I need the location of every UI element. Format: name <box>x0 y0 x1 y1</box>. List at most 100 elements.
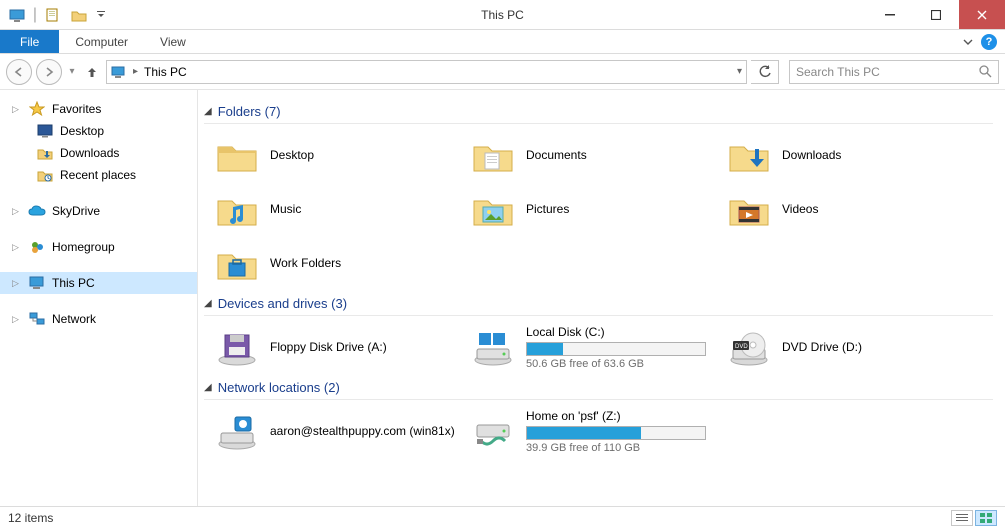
chevron-right-icon: ▷ <box>12 242 22 253</box>
nav-label: Homegroup <box>52 240 115 254</box>
folder-music[interactable]: Music <box>214 184 462 234</box>
network-remoteapp[interactable]: aaron@stealthpuppy.com (win81x) <box>214 406 462 456</box>
address-root-chevron-icon[interactable]: ▸ <box>133 66 138 77</box>
window-buttons <box>867 0 1005 29</box>
close-button[interactable] <box>959 0 1005 29</box>
section-title: Folders (7) <box>218 104 281 119</box>
nav-skydrive[interactable]: ▷ SkyDrive <box>0 200 197 222</box>
content-pane: ◢ Folders (7) Desktop Documents Download… <box>198 90 1005 506</box>
cloud-icon <box>28 203 46 219</box>
maximize-button[interactable] <box>913 0 959 29</box>
folder-downloads[interactable]: Downloads <box>726 130 974 180</box>
section-header-folders[interactable]: ◢ Folders (7) <box>204 100 993 124</box>
breadcrumb[interactable]: This PC <box>144 65 187 79</box>
section-header-network[interactable]: ◢ Network locations (2) <box>204 376 993 400</box>
tile-label: Floppy Disk Drive (A:) <box>270 340 387 354</box>
nav-item-recent[interactable]: Recent places <box>0 164 197 186</box>
nav-thispc[interactable]: ▷ This PC <box>0 272 197 294</box>
tile-label: aaron@stealthpuppy.com (win81x) <box>270 424 455 438</box>
status-text: 12 items <box>8 511 53 525</box>
drive-floppy[interactable]: Floppy Disk Drive (A:) <box>214 322 462 372</box>
tile-label: Work Folders <box>270 256 341 270</box>
capacity-meter <box>526 426 706 440</box>
collapse-icon: ◢ <box>204 298 212 309</box>
address-pc-icon <box>111 65 127 79</box>
folder-desktop[interactable]: Desktop <box>214 130 462 180</box>
folder-icon <box>214 186 260 232</box>
navbar: ▾ ▸ This PC ▾ Search This PC <box>0 54 1005 90</box>
tile-label: Videos <box>782 202 818 216</box>
nav-label: SkyDrive <box>52 204 100 218</box>
address-dropdown-icon[interactable]: ▾ <box>737 66 742 77</box>
chevron-right-icon: ▷ <box>12 314 22 325</box>
nav-item-desktop[interactable]: Desktop <box>0 120 197 142</box>
folder-workfolders[interactable]: Work Folders <box>214 238 462 288</box>
nav-homegroup[interactable]: ▷ Homegroup <box>0 236 197 258</box>
ribbon: File Computer View ? <box>0 30 1005 54</box>
qat-newfolder-icon[interactable] <box>68 4 90 26</box>
nav-item-downloads[interactable]: Downloads <box>0 142 197 164</box>
folder-videos[interactable]: Videos <box>726 184 974 234</box>
tile-label: Documents <box>526 148 587 162</box>
folder-icon <box>470 186 516 232</box>
dvd-icon: DVD <box>726 324 772 370</box>
desktop-icon <box>36 123 54 139</box>
capacity-fill <box>527 427 641 439</box>
tile-label: Music <box>270 202 301 216</box>
network-drive-icon <box>470 408 516 454</box>
ribbon-file-tab[interactable]: File <box>0 30 59 53</box>
qat-dropdown-icon[interactable] <box>94 4 108 26</box>
address-bar[interactable]: ▸ This PC ▾ <box>106 60 747 84</box>
quick-access-toolbar: | <box>0 4 108 26</box>
nav-label: Desktop <box>60 124 104 138</box>
view-tiles-button[interactable] <box>975 510 997 526</box>
drive-dvd[interactable]: DVD DVD Drive (D:) <box>726 322 974 372</box>
view-details-button[interactable] <box>951 510 973 526</box>
up-button[interactable] <box>82 62 102 82</box>
chevron-right-icon: ▷ <box>12 278 22 289</box>
collapse-icon: ◢ <box>204 382 212 393</box>
nav-group-favorites: ▷ Favorites Desktop Downloads Recent pla… <box>0 98 197 186</box>
qat-properties-icon[interactable] <box>42 4 64 26</box>
folder-documents[interactable]: Documents <box>470 130 718 180</box>
network-drive-z[interactable]: Home on 'psf' (Z:) 39.9 GB free of 110 G… <box>470 406 718 456</box>
nav-label: Favorites <box>52 102 101 116</box>
recent-locations-icon[interactable]: ▾ <box>66 66 78 77</box>
downloads-icon <box>36 145 54 161</box>
ribbon-tab-computer[interactable]: Computer <box>59 30 144 53</box>
tile-label: Home on 'psf' (Z:) <box>526 409 706 423</box>
recent-icon <box>36 167 54 183</box>
collapse-icon: ◢ <box>204 106 212 117</box>
qat-icon-thispc[interactable] <box>6 4 28 26</box>
folders-grid: Desktop Documents Downloads Music Pictur… <box>204 130 993 288</box>
minimize-button[interactable] <box>867 0 913 29</box>
network-grid: aaron@stealthpuppy.com (win81x) Home on … <box>204 406 993 456</box>
search-icon <box>979 65 992 78</box>
remote-drive-icon <box>214 408 260 454</box>
folder-pictures[interactable]: Pictures <box>470 184 718 234</box>
refresh-button[interactable] <box>751 60 779 84</box>
folder-icon <box>470 132 516 178</box>
nav-favorites[interactable]: ▷ Favorites <box>0 98 197 120</box>
section-header-drives[interactable]: ◢ Devices and drives (3) <box>204 292 993 316</box>
search-input[interactable]: Search This PC <box>789 60 999 84</box>
status-bar: 12 items <box>0 506 1005 528</box>
navigation-pane: ▷ Favorites Desktop Downloads Recent pla… <box>0 90 198 506</box>
tile-sub: 50.6 GB free of 63.6 GB <box>526 358 706 370</box>
homegroup-icon <box>28 239 46 255</box>
help-icon[interactable]: ? <box>981 34 997 50</box>
folder-icon <box>726 186 772 232</box>
ribbon-tab-view[interactable]: View <box>144 30 202 53</box>
chevron-right-icon: ▷ <box>12 206 22 217</box>
pc-icon <box>28 275 46 291</box>
nav-label: Recent places <box>60 168 136 182</box>
forward-button[interactable] <box>36 59 62 85</box>
search-placeholder: Search This PC <box>796 65 880 79</box>
nav-network[interactable]: ▷ Network <box>0 308 197 330</box>
tile-label: DVD Drive (D:) <box>782 340 862 354</box>
tile-sub: 39.9 GB free of 110 GB <box>526 442 706 454</box>
ribbon-expand-icon[interactable] <box>963 37 973 47</box>
drive-local-c[interactable]: Local Disk (C:) 50.6 GB free of 63.6 GB <box>470 322 718 372</box>
drives-grid: Floppy Disk Drive (A:) Local Disk (C:) 5… <box>204 322 993 372</box>
back-button[interactable] <box>6 59 32 85</box>
